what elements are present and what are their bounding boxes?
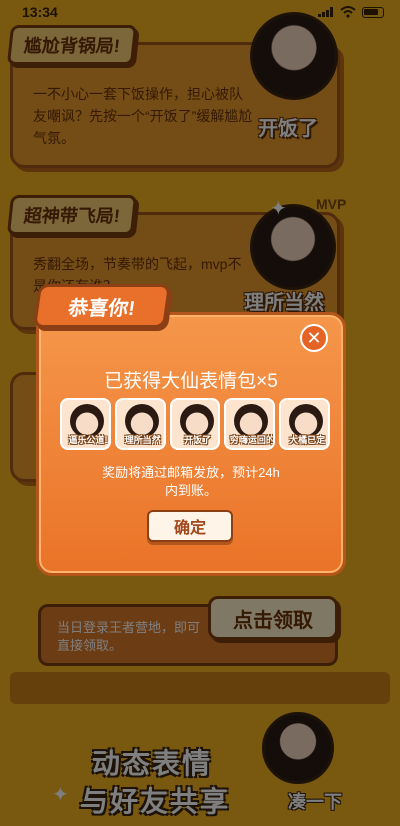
event-page: 13:34 尴尬背锅局! 一不小心一套下饭操作，担心被队友嘲讽？先按一个“开饭了… [0,0,400,826]
confirm-button[interactable]: 确定 [147,510,233,542]
sticker-item: 开饭了 [169,398,221,450]
sticker-item: 大橘已定 [279,398,330,450]
modal-title: 已获得大仙表情包×5 [104,371,278,392]
sticker-item: 逼乐公道! [60,398,111,450]
close-icon[interactable]: ✕ [300,324,328,352]
reward-description-text: 奖励将通过邮箱发放，预计24h内到账。 [102,465,280,498]
sticker-caption: 理所当然 [124,435,161,445]
sticker-caption: 逼乐公道! [68,435,108,445]
reward-description: 奖励将通过邮箱发放，预计24h内到账。 [36,464,346,500]
sticker-item: 穷嗨运回的 [224,398,276,450]
sticker-item: 理所当然 [114,398,166,450]
sticker-list: 逼乐公道! 理所当然 开饭了 穷嗨运回的 大橘已定 [60,398,330,450]
sticker-caption: 穷嗨运回的 [229,435,275,445]
modal-tag: 恭喜你! [32,284,172,328]
sticker-caption: 大橘已定 [289,435,326,445]
sticker-caption: 开饭了 [184,435,212,445]
